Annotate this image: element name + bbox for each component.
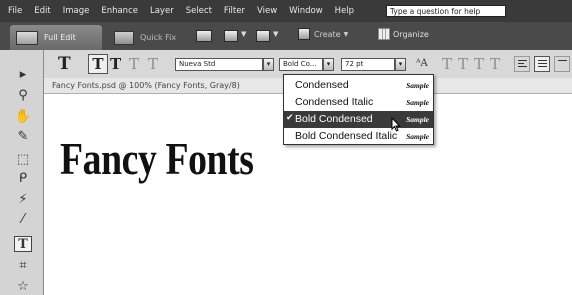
- horizontal-type-icon[interactable]: T: [88, 54, 108, 74]
- menu-image[interactable]: Image: [57, 6, 96, 16]
- menu-filter[interactable]: Filter: [218, 6, 251, 16]
- font-sample-preview: Sample: [406, 132, 429, 141]
- menu-edit[interactable]: Edit: [28, 6, 56, 16]
- cookie-cutter-tool-icon[interactable]: ☆: [14, 278, 32, 294]
- help-search-field[interactable]: Type a question for help: [386, 5, 506, 17]
- lasso-tool-icon[interactable]: ᑭ: [14, 170, 32, 186]
- font-style-option[interactable]: Condensed Sample: [284, 77, 433, 94]
- font-style-select[interactable]: Bold Co...: [279, 58, 323, 71]
- align-center-icon[interactable]: [534, 56, 550, 72]
- faux-bold-icon[interactable]: T: [442, 55, 452, 73]
- strikethrough-icon[interactable]: T: [490, 55, 500, 73]
- font-style-option[interactable]: Condensed Italic Sample: [284, 94, 433, 111]
- toolbox: ▸ ⚲ ✋ ✎ ⬚ ᑭ ⚡ ⁄ T ⌗ ☆: [0, 50, 44, 295]
- menu-enhance[interactable]: Enhance: [95, 6, 144, 16]
- font-style-option[interactable]: Bold Condensed Italic Sample: [284, 128, 433, 145]
- organize-label: Organize: [393, 29, 429, 39]
- create-button[interactable]: Create ▼: [298, 28, 348, 40]
- hand-tool-icon[interactable]: ✋: [14, 108, 32, 124]
- eyedropper-tool-icon[interactable]: ✎: [14, 128, 32, 144]
- vertical-type-mask-icon[interactable]: T: [148, 55, 158, 73]
- magic-wand-tool-icon[interactable]: ⚡: [14, 191, 32, 207]
- align-right-icon[interactable]: [554, 56, 570, 72]
- font-family-select[interactable]: Nueva Std: [175, 58, 263, 71]
- menu-layer[interactable]: Layer: [144, 6, 180, 16]
- crop-tool-icon[interactable]: ⌗: [14, 257, 32, 273]
- font-style-option-selected[interactable]: ✔ Bold Condensed Sample: [284, 111, 433, 128]
- tab-quick-fix[interactable]: Quick Fix: [108, 25, 188, 50]
- vertical-type-icon[interactable]: T: [110, 54, 121, 74]
- menu-view[interactable]: View: [251, 6, 283, 16]
- anti-alias-icon[interactable]: ᴬA: [416, 58, 428, 69]
- font-style-dropdown-icon[interactable]: ▾: [323, 58, 334, 71]
- photoshop-elements-window: File Edit Image Enhance Layer Select Fil…: [0, 0, 572, 295]
- move-tool-icon[interactable]: ▸: [14, 66, 32, 82]
- create-dropdown-icon: ▼: [343, 30, 349, 38]
- mouse-cursor-icon: [391, 117, 401, 132]
- font-size-dropdown-icon[interactable]: ▾: [395, 58, 406, 71]
- font-sample-preview: Sample: [406, 98, 429, 107]
- font-sample-preview: Sample: [406, 115, 429, 124]
- menu-file[interactable]: File: [0, 6, 28, 16]
- organize-grid-icon: [378, 28, 390, 40]
- menu-help[interactable]: Help: [329, 6, 360, 16]
- checkmark-icon: ✔: [286, 113, 294, 123]
- print-icon[interactable]: [196, 30, 212, 42]
- create-label: Create: [314, 29, 341, 39]
- tray-icon[interactable]: [224, 30, 238, 42]
- align-left-icon[interactable]: [514, 56, 530, 72]
- tray-dropdown-icon[interactable]: ▼: [241, 30, 246, 38]
- shortcuts-bar: Full Edit Quick Fix ▼ ▼ Create ▼ Organiz…: [0, 22, 572, 50]
- full-edit-icon: [16, 30, 38, 45]
- menu-select[interactable]: Select: [180, 6, 218, 16]
- tab-full-edit-label: Full Edit: [44, 33, 76, 42]
- quick-fix-icon: [114, 30, 134, 45]
- share-dropdown-icon[interactable]: ▼: [273, 30, 278, 38]
- type-tool-preset-icon[interactable]: T: [58, 54, 71, 74]
- menu-window[interactable]: Window: [283, 6, 329, 16]
- organize-button[interactable]: Organize: [378, 28, 429, 40]
- share-icon[interactable]: [256, 30, 270, 42]
- marquee-tool-icon[interactable]: ⬚: [14, 151, 32, 167]
- create-icon: [298, 28, 310, 40]
- font-sample-preview: Sample: [406, 81, 429, 90]
- tab-full-edit[interactable]: Full Edit: [10, 25, 102, 50]
- font-family-dropdown-icon[interactable]: ▾: [263, 58, 274, 71]
- font-style-dropdown-menu: Condensed Sample Condensed Italic Sample…: [283, 74, 434, 145]
- canvas-text-layer[interactable]: Fancy Fonts: [60, 133, 254, 185]
- underline-icon[interactable]: T: [474, 55, 484, 73]
- selection-brush-tool-icon[interactable]: ⁄: [14, 211, 32, 227]
- horizontal-type-mask-icon[interactable]: T: [129, 55, 139, 73]
- font-size-select[interactable]: 72 pt: [341, 58, 395, 71]
- zoom-tool-icon[interactable]: ⚲: [14, 87, 32, 103]
- tab-quick-fix-label: Quick Fix: [140, 33, 177, 42]
- type-tool-icon[interactable]: T: [14, 236, 32, 252]
- faux-italic-icon[interactable]: T: [458, 55, 468, 73]
